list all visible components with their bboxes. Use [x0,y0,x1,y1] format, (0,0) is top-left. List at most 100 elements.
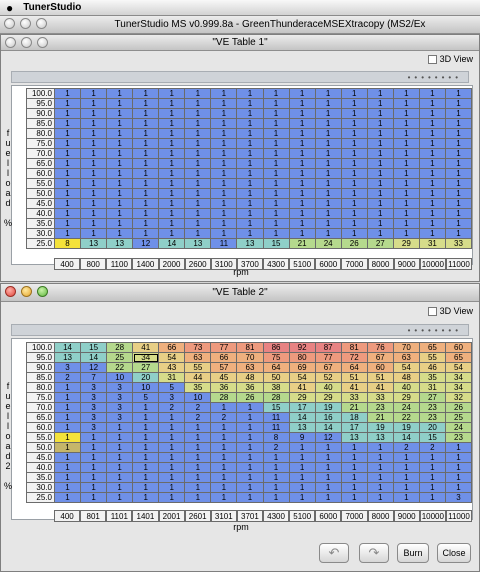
ve-cell[interactable]: 1 [392,198,420,209]
ve-cell[interactable]: 1 [132,482,160,493]
ve-cell[interactable]: 1 [132,218,160,229]
ve-cell[interactable]: 1 [53,422,82,433]
apple-menu-icon[interactable]: ● [6,1,13,15]
ve-cell[interactable]: 1 [132,108,160,119]
ve-cell[interactable]: 1 [80,228,108,239]
ve-cell[interactable]: 1 [80,98,108,109]
ve-cell[interactable]: 1 [418,218,446,229]
ve-cell[interactable]: 29 [392,238,420,249]
ve-cell[interactable]: 23 [366,402,394,413]
ve-cell[interactable]: 1 [236,88,264,99]
close-icon[interactable] [4,18,15,29]
ve-cell[interactable]: 1 [340,108,368,119]
ve-cell[interactable]: 1 [314,472,342,483]
ve-cell[interactable]: 1 [158,108,186,119]
ve-cell[interactable]: 1 [80,158,108,169]
ve-cell[interactable]: 1 [262,228,290,239]
ve-cell[interactable]: 1 [444,148,473,159]
ve-cell[interactable]: 1 [288,218,316,229]
ve-cell[interactable]: 13 [184,238,212,249]
ve-cell[interactable]: 3 [106,392,134,403]
ve-cell[interactable]: 1 [418,118,446,129]
ve-cell[interactable]: 1 [340,158,368,169]
ve-cell[interactable]: 48 [392,372,420,383]
ve-cell[interactable]: 1 [80,188,108,199]
ve-cell[interactable]: 1 [340,218,368,229]
ve-cell[interactable]: 12 [132,238,160,249]
ve-cell[interactable]: 1 [340,462,368,473]
close-icon[interactable] [5,37,16,48]
ve-cell[interactable]: 25 [444,412,473,423]
ve-cell[interactable]: 67 [314,362,342,373]
ve-cell[interactable]: 1 [314,118,342,129]
ve-cell[interactable]: 1 [158,432,186,443]
ve-cell[interactable]: 1 [392,138,420,149]
ve-cell[interactable]: 46 [418,362,446,373]
ve-cell[interactable]: 17 [340,422,368,433]
ve-cell[interactable]: 1 [314,188,342,199]
ve-cell[interactable]: 1 [288,208,316,219]
ve-cell[interactable]: 31 [418,382,446,393]
ve-cell[interactable]: 1 [444,462,473,473]
ve-cell[interactable]: 92 [288,342,316,353]
ve-cell[interactable]: 1 [132,88,160,99]
ve-cell[interactable]: 1 [184,198,212,209]
ve-cell[interactable]: 1 [80,128,108,139]
ve-cell[interactable]: 1 [236,472,264,483]
ve-cell[interactable]: 1 [288,472,316,483]
ve-cell[interactable]: 11 [262,422,290,433]
ve-cell[interactable]: 1 [392,128,420,139]
ve-cell[interactable]: 1 [340,228,368,239]
ve-cell[interactable]: 13 [53,352,82,363]
ve-cell[interactable]: 1 [418,462,446,473]
ve-cell[interactable]: 1 [53,402,82,413]
ve-cell[interactable]: 1 [210,208,238,219]
ve-cell[interactable]: 7 [80,372,108,383]
ve-cell[interactable]: 1 [132,228,160,239]
ve-cell[interactable]: 15 [418,432,446,443]
ve-cell[interactable]: 2 [392,442,420,453]
ve-cell[interactable]: 1 [53,178,82,189]
ve-cell[interactable]: 5 [158,382,186,393]
ve-cell[interactable]: 1 [132,412,160,423]
ve-cell[interactable]: 1 [80,432,108,443]
ve-cell[interactable]: 1 [80,198,108,209]
ve-cell[interactable]: 1 [53,128,82,139]
ve-cell[interactable]: 1 [236,98,264,109]
ve-cell[interactable]: 1 [158,412,186,423]
ve-cell[interactable]: 1 [444,198,473,209]
ve-cell[interactable]: 1 [236,412,264,423]
ve-cell[interactable]: 1 [366,482,394,493]
ve-cell[interactable]: 1 [236,422,264,433]
ve-cell[interactable]: 41 [340,382,368,393]
ve-cell[interactable]: 1 [53,482,82,493]
ve-cell[interactable]: 1 [340,188,368,199]
ve-cell[interactable]: 54 [392,362,420,373]
ve-cell[interactable]: 1 [158,88,186,99]
ve-cell[interactable]: 11 [210,238,238,249]
ve-cell[interactable]: 1 [314,452,342,463]
ve-cell[interactable]: 1 [314,208,342,219]
ve-cell[interactable]: 1 [132,492,160,503]
ve-cell[interactable]: 1 [418,208,446,219]
ve-cell[interactable]: 1 [158,188,186,199]
ve-cell[interactable]: 1 [366,138,394,149]
ve-cell[interactable]: 1 [132,168,160,179]
ve-cell[interactable]: 1 [184,168,212,179]
ve-cell[interactable]: 1 [288,462,316,473]
ve-cell[interactable]: 1 [184,108,212,119]
ve-cell[interactable]: 1 [53,98,82,109]
ve-cell[interactable]: 17 [288,402,316,413]
ve-cell[interactable]: 1 [210,492,238,503]
ve-cell[interactable]: 1 [184,432,212,443]
ve-cell[interactable]: 12 [80,362,108,373]
ve-cell[interactable]: 1 [80,482,108,493]
ve-cell[interactable]: 1 [132,188,160,199]
ve-cell[interactable]: 28 [106,342,134,353]
ve-cell[interactable]: 1 [262,472,290,483]
ve-cell[interactable]: 2 [262,442,290,453]
ve-cell[interactable]: 70 [236,352,264,363]
ve-cell[interactable]: 1 [288,452,316,463]
ve-cell[interactable]: 3 [106,382,134,393]
ve-cell[interactable]: 1 [106,482,134,493]
